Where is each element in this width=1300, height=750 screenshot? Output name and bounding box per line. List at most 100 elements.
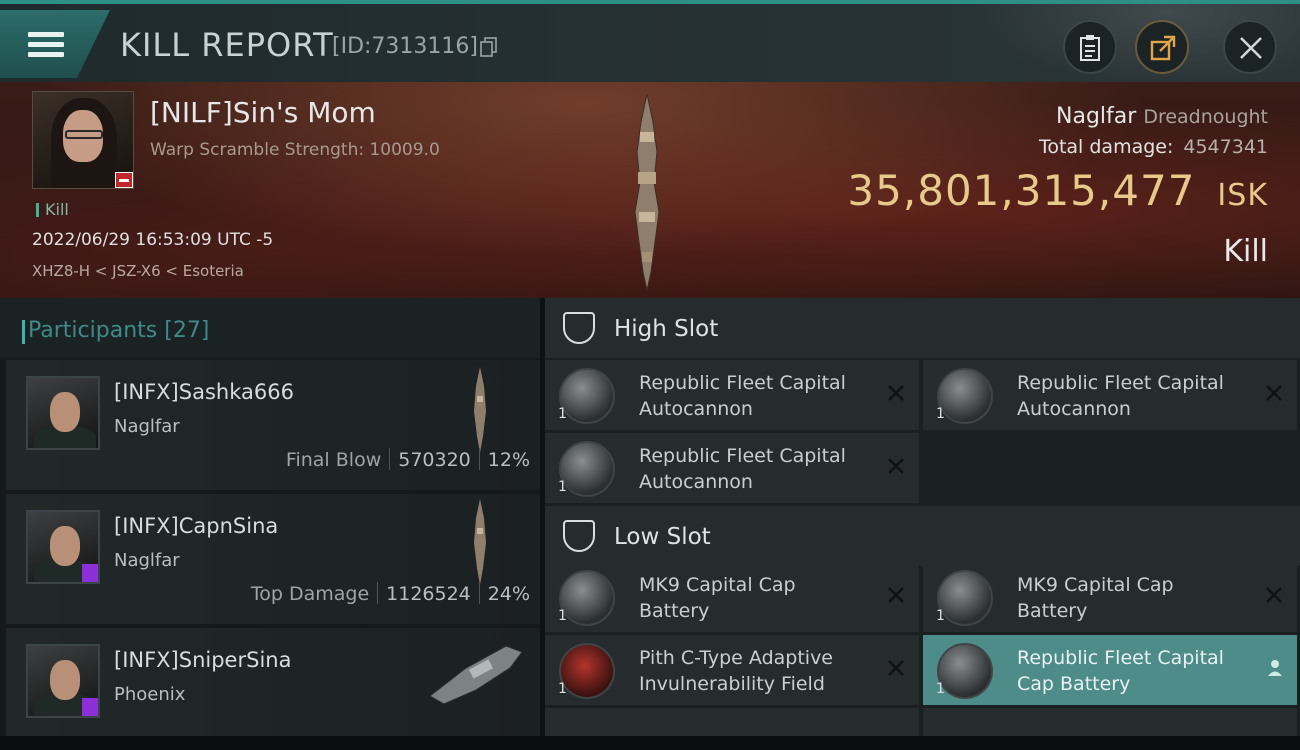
x-icon [888, 385, 904, 401]
kill-location[interactable]: XHZ8-H < JSZ-X6 < Esoteria [32, 262, 244, 280]
close-button[interactable] [1223, 20, 1277, 74]
x-icon [888, 660, 904, 676]
fitting-panel: High Slot 1 Republic Fleet Capital Autoca… [545, 298, 1300, 736]
participant-damage: 570320 [398, 449, 471, 471]
low-slot-header: Low Slot [545, 506, 1300, 566]
participant-name: [INFX]SniperSina [114, 648, 292, 672]
victim-ship-icon[interactable] [626, 92, 668, 292]
module-name-line2: Cap Battery [1017, 673, 1131, 695]
module-name-line1: Republic Fleet Capital [1017, 372, 1224, 394]
top-damage-label: Top Damage [250, 583, 370, 605]
participant-ship: Naglfar [114, 550, 180, 571]
module-item[interactable]: 1 MK9 Capital Cap Battery [923, 562, 1297, 632]
module-item[interactable]: 1 MK9 Capital Cap Battery [545, 562, 919, 632]
module-qty: 1 [558, 406, 567, 422]
participants-label: Participants [28, 318, 158, 343]
menu-button[interactable] [0, 10, 110, 78]
module-name-line1: Republic Fleet Capital [639, 372, 846, 394]
module-item[interactable]: 1 Republic Fleet Capital Autocannon [923, 360, 1297, 430]
participant-ship: Phoenix [114, 684, 186, 705]
victim-name[interactable]: [NILF]Sin's Mom [150, 96, 376, 129]
total-damage-label: Total damage: [1038, 136, 1174, 158]
participant-name: [INFX]Sashka666 [114, 380, 294, 404]
module-name-line1: MK9 Capital Cap [639, 574, 796, 596]
participant-percent: 24% [487, 583, 530, 605]
total-damage-value: 4547341 [1183, 136, 1268, 158]
participant-row[interactable]: [INFX]CapnSina Naglfar Top Damage 1126524… [6, 494, 540, 624]
module-name-line1: Republic Fleet Capital [1017, 647, 1224, 669]
module-item[interactable]: 1 Pith C-Type Adaptive Invulnerability Fi… [545, 635, 919, 705]
module-name-line1: MK9 Capital Cap [1017, 574, 1174, 596]
x-icon [1266, 385, 1282, 401]
module-qty: 1 [936, 681, 945, 697]
module-name: Republic Fleet Capital Autocannon [639, 370, 889, 422]
share-button[interactable] [1135, 20, 1189, 74]
module-name-line2: Battery [639, 600, 710, 622]
module-item-partial[interactable] [545, 708, 919, 736]
participants-header[interactable]: Participants [27] [0, 298, 540, 358]
module-name: Republic Fleet Capital Autocannon [639, 443, 889, 495]
kill-timestamp: 2022/06/29 16:53:09 UTC -5 [32, 230, 274, 250]
module-name: MK9 Capital Cap Battery [639, 572, 889, 624]
participants-panel: Participants [27] [INFX]Sashka666 Naglfa… [0, 298, 540, 736]
participants-count: [27] [164, 318, 210, 343]
copy-icon[interactable] [480, 37, 498, 57]
module-item[interactable]: 1 Republic Fleet Capital Autocannon [545, 360, 919, 430]
high-slot-icon [563, 312, 595, 344]
total-damage: Total damage: 4547341 [1039, 136, 1268, 158]
standing-negative-icon [115, 172, 133, 188]
top-bar: KILL REPORT [ID:7313116] [0, 0, 1300, 86]
module-item[interactable]: 1 Republic Fleet Capital Autocannon [545, 433, 919, 503]
victim-ship: Naglfar Dreadnought [1056, 104, 1268, 129]
clipboard-button[interactable] [1063, 20, 1117, 74]
high-slot-header: High Slot [545, 298, 1300, 358]
participant-stats: Final Blow 570320 12% [286, 448, 530, 471]
autocannon-icon [937, 368, 993, 424]
participant-row[interactable]: [INFX]SniperSina Phoenix [6, 628, 540, 736]
warp-scramble-strength: Warp Scramble Strength: 10009.0 [150, 140, 440, 160]
victim-ship-name[interactable]: Naglfar [1056, 104, 1136, 129]
victim-summary: [NILF]Sin's Mom Warp Scramble Strength: … [0, 82, 1300, 298]
isk-value: 35,801,315,477 ISK [847, 166, 1268, 215]
module-qty: 1 [558, 479, 567, 495]
participant-ship: Naglfar [114, 416, 180, 437]
participant-ship-icon [474, 499, 486, 585]
person-icon [1268, 660, 1282, 676]
participant-ship-icon [474, 367, 486, 453]
module-name-line2: Autocannon [1017, 398, 1131, 420]
final-blow-label: Final Blow [285, 449, 382, 471]
victim-ship-class: Dreadnought [1143, 106, 1268, 128]
module-qty: 1 [558, 608, 567, 624]
module-name: Pith C-Type Adaptive Invulnerability Fiel… [639, 645, 889, 697]
autocannon-icon [559, 441, 615, 497]
cap-battery-icon [937, 643, 993, 699]
participant-ship-icon [429, 645, 523, 705]
corp-role-icon [82, 564, 98, 582]
module-name-line1: Republic Fleet Capital [639, 445, 846, 467]
avatar[interactable] [26, 510, 100, 584]
page-title: KILL REPORT [120, 26, 334, 64]
avatar[interactable] [26, 376, 100, 450]
low-slot-label: Low Slot [614, 524, 711, 550]
avatar[interactable] [26, 644, 100, 718]
module-name-line2: Invulnerability Field [639, 673, 825, 695]
x-icon [888, 458, 904, 474]
participant-percent: 12% [487, 449, 530, 471]
clipboard-icon [1080, 35, 1100, 61]
isk-unit: ISK [1217, 178, 1268, 213]
module-qty: 1 [558, 681, 567, 697]
module-name-line2: Autocannon [639, 398, 753, 420]
module-item-selected[interactable]: 1 Republic Fleet Capital Cap Battery [923, 635, 1297, 705]
module-qty: 1 [936, 406, 945, 422]
low-slot-icon [563, 520, 595, 552]
module-name: Republic Fleet Capital Autocannon [1017, 370, 1267, 422]
module-qty: 1 [936, 608, 945, 624]
autocannon-icon [559, 368, 615, 424]
x-icon [888, 587, 904, 603]
participant-row[interactable]: [INFX]Sashka666 Naglfar Final Blow 570320… [6, 360, 540, 490]
module-name-line2: Autocannon [639, 471, 753, 493]
x-icon [1266, 587, 1282, 603]
cap-battery-icon [937, 570, 993, 626]
share-icon [1150, 35, 1176, 61]
module-item-partial[interactable] [923, 708, 1297, 736]
